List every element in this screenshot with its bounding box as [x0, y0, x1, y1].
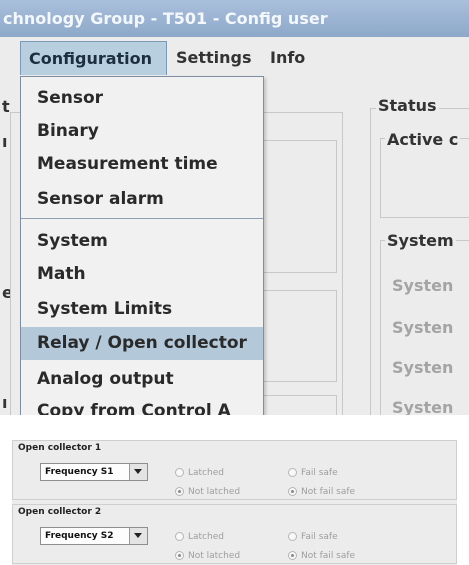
radio-off-icon [288, 468, 297, 477]
menu-item-sensor[interactable]: Sensor [21, 82, 263, 115]
left-subpanel [262, 395, 337, 415]
chevron-down-icon [134, 469, 142, 474]
edge-fragment: ı [2, 132, 8, 151]
radio-on-icon [175, 487, 184, 496]
chevron-down-icon [134, 533, 142, 538]
radio-label: Latched [188, 468, 224, 478]
menu-item-measurement-time[interactable]: Measurement time [21, 148, 263, 181]
system-row-label: Systen [392, 276, 454, 295]
radio-off-icon [175, 468, 184, 477]
radio-label: Not latched [188, 487, 241, 497]
left-subpanel [262, 140, 337, 273]
edge-fragment: ı [2, 393, 8, 412]
menu-item-relay-open-collector[interactable]: Relay / Open collector [21, 327, 263, 360]
open-collector-2-group: Open collector 2 Frequency S2 Latched No… [12, 504, 457, 564]
menu-item-analog-output[interactable]: Analog output [21, 363, 263, 396]
menu-separator [21, 218, 263, 219]
menu-item-sensor-alarm[interactable]: Sensor alarm [21, 183, 263, 216]
menu-item-system-limits[interactable]: System Limits [21, 293, 263, 326]
menu-item-system[interactable]: System [21, 225, 263, 258]
menu-configuration[interactable]: Configuration [20, 41, 167, 75]
system-row-label: Systen [392, 398, 454, 415]
radio-on-icon [288, 487, 297, 496]
radio-on-icon [288, 551, 297, 560]
system-row-label: Systen [392, 358, 454, 377]
group-title: Open collector 2 [18, 507, 102, 517]
source-select[interactable]: Frequency S2 [40, 527, 148, 545]
source-select[interactable]: Frequency S1 [40, 463, 148, 481]
configuration-dropdown: Sensor Binary Measurement time Sensor al… [20, 76, 264, 415]
radio-off-icon [288, 532, 297, 541]
menu-item-binary[interactable]: Binary [21, 115, 263, 148]
source-select-value: Frequency S2 [45, 531, 114, 541]
radio-off-icon [175, 532, 184, 541]
radio-on-icon [175, 551, 184, 560]
active-panel-title: Active c [385, 130, 461, 149]
radio-label: Fail safe [301, 532, 338, 542]
menu-item-copy-from-control-a[interactable]: Copy from Control A [21, 395, 263, 415]
window-title-bar: chnology Group - T501 - Config user [0, 0, 469, 37]
dropdown-button[interactable] [129, 528, 147, 544]
edge-fragment: t [2, 97, 10, 116]
open-collector-1-group: Open collector 1 Frequency S1 Latched No… [12, 440, 457, 500]
radio-label: Not fail safe [301, 487, 356, 497]
radio-label: Fail safe [301, 468, 338, 478]
radio-label: Latched [188, 532, 224, 542]
window-title: chnology Group - T501 - Config user [3, 9, 328, 28]
menu-bar: Configuration Settings Info [0, 37, 469, 77]
menu-item-math[interactable]: Math [21, 258, 263, 291]
status-panel-title: Status [376, 96, 439, 115]
system-panel-title: System [385, 231, 456, 250]
radio-label: Not fail safe [301, 551, 356, 561]
group-title: Open collector 1 [18, 443, 102, 453]
radio-label: Not latched [188, 551, 241, 561]
dropdown-button[interactable] [129, 464, 147, 480]
menu-settings[interactable]: Settings [168, 41, 260, 75]
menu-info[interactable]: Info [262, 41, 313, 75]
app-window: chnology Group - T501 - Config user Conf… [0, 0, 469, 415]
active-panel [380, 138, 469, 218]
open-collector-section: Open collector 1 Frequency S1 Latched No… [12, 440, 457, 565]
system-row-label: Systen [392, 318, 454, 337]
source-select-value: Frequency S1 [45, 467, 114, 477]
left-subpanel [262, 290, 337, 382]
